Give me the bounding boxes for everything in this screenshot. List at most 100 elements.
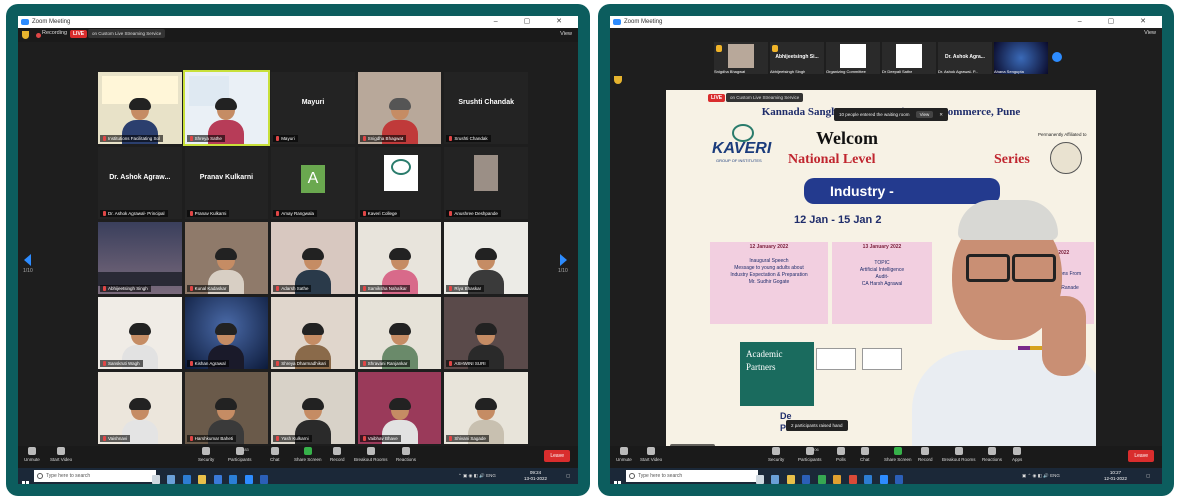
word-icon[interactable] bbox=[895, 475, 904, 484]
participant-tile[interactable]: Kaveri College bbox=[357, 147, 442, 219]
participant-tile[interactable]: Mayuri Mayuri bbox=[271, 72, 355, 144]
apps-button[interactable]: Apps bbox=[1012, 447, 1022, 462]
participants-button[interactable]: 183 Participants bbox=[228, 447, 252, 462]
zoom-taskbar-icon[interactable] bbox=[244, 475, 253, 484]
security-button[interactable]: Security bbox=[768, 447, 784, 462]
share-screen-button[interactable]: Share Screen bbox=[294, 447, 322, 462]
thumbnail-participant-tile[interactable]: Dr Deepali Sathe bbox=[882, 42, 936, 74]
security-button[interactable]: Security bbox=[198, 447, 214, 462]
start-video-button[interactable]: Start Video bbox=[50, 447, 72, 462]
store-icon[interactable] bbox=[213, 475, 222, 484]
participant-tile[interactable]: Kishan Agrawal bbox=[184, 297, 269, 369]
notification-icon[interactable]: ▢ bbox=[566, 473, 570, 479]
window-controls[interactable]: – ▢ ✕ bbox=[494, 16, 574, 28]
system-tray[interactable]: ⌃ ▣ ◉ ◧ 🔊 ENG bbox=[458, 473, 496, 479]
cortana-icon[interactable] bbox=[152, 475, 160, 484]
participant-tile[interactable]: ASHWINI SURI bbox=[444, 297, 528, 369]
file-explorer-icon[interactable] bbox=[786, 475, 795, 484]
task-view-icon[interactable] bbox=[167, 475, 176, 484]
edge-icon[interactable] bbox=[182, 475, 191, 484]
participant-tile[interactable]: Adarsh Sathe bbox=[271, 222, 355, 294]
participant-tile[interactable]: Anushree Deshpande bbox=[444, 147, 528, 219]
breakout-rooms-button[interactable]: Breakout Rooms bbox=[354, 447, 388, 462]
breakout-rooms-button[interactable]: Breakout Rooms bbox=[942, 447, 976, 462]
chat-button[interactable]: Chat bbox=[270, 447, 280, 462]
participant-tile[interactable]: Srushti Chandak Srushti Chandak bbox=[444, 72, 528, 144]
participant-tile[interactable]: Sanskruti Wagh bbox=[98, 297, 182, 369]
participants-button[interactable]: 206 Participants bbox=[798, 447, 822, 462]
whatsapp-icon[interactable] bbox=[817, 475, 826, 484]
view-button[interactable]: View bbox=[560, 31, 572, 37]
security-shield-icon[interactable] bbox=[614, 76, 622, 84]
participant-tile[interactable]: Dr. Ashok Agraw... Dr. Ashok Agrawal- Pr… bbox=[98, 147, 182, 219]
participant-tile[interactable]: Harshkumar Baheti bbox=[184, 372, 269, 444]
leave-button[interactable]: Leave bbox=[544, 450, 570, 462]
reactions-button[interactable]: Reactions bbox=[396, 447, 416, 462]
polls-button[interactable]: Polls bbox=[836, 447, 846, 462]
participant-tile-active-speaker[interactable]: Shreya Sathe bbox=[182, 70, 271, 146]
participant-tile[interactable]: Vaibhav Bhave bbox=[357, 372, 442, 444]
next-thumbnails-arrow[interactable] bbox=[1052, 52, 1062, 62]
live-stream-dropdown[interactable]: on Custom Live Streaming Service bbox=[726, 93, 804, 102]
unmute-button[interactable]: Unmute bbox=[616, 447, 632, 462]
participant-tile[interactable]: Kunal Kadaskar bbox=[184, 222, 269, 294]
participant-tile[interactable]: Riya Bhaskar bbox=[444, 222, 528, 294]
participant-tile[interactable]: Abhijeetsingh Singh bbox=[98, 222, 182, 294]
participant-tile[interactable]: Pranav Kulkarni Pranav Kulkarni bbox=[184, 147, 269, 219]
thumbnail-participant-tile[interactable]: Organizing Committee bbox=[826, 42, 880, 74]
file-explorer-icon[interactable] bbox=[198, 475, 207, 484]
participant-tile[interactable]: Institutions Facilitating Sol bbox=[98, 72, 182, 144]
windows-start-icon[interactable] bbox=[614, 472, 622, 484]
vscode-icon[interactable] bbox=[802, 475, 811, 484]
leave-button[interactable]: Leave bbox=[1128, 450, 1154, 462]
recording-label[interactable]: Recording bbox=[42, 30, 67, 36]
share-screen-button[interactable]: Share Screen bbox=[884, 447, 912, 462]
participant-tile[interactable]: Shreya Dharmadhikari bbox=[271, 297, 355, 369]
system-tray[interactable]: ▣ ⌃ ◉ ◧ 🔊 ENG bbox=[1022, 473, 1060, 479]
participant-tile[interactable]: Samiksha Nahalkar bbox=[357, 222, 442, 294]
participant-tile[interactable]: Snigdha Bhagwat bbox=[357, 72, 442, 144]
waiting-room-view-button[interactable]: View bbox=[915, 111, 934, 118]
start-video-button[interactable]: Start Video bbox=[640, 447, 662, 462]
participant-tile[interactable]: Shivani Sagade bbox=[444, 372, 528, 444]
zoom-taskbar-icon[interactable] bbox=[879, 475, 888, 484]
window-controls[interactable]: – ▢ ✕ bbox=[1078, 16, 1158, 28]
reactions-button[interactable]: Reactions bbox=[982, 447, 1002, 462]
task-view-icon[interactable] bbox=[771, 475, 780, 484]
kaveri-logo-thumbnail bbox=[896, 44, 922, 68]
participant-tile[interactable]: Vaishnavi bbox=[98, 372, 182, 444]
word-icon[interactable] bbox=[260, 475, 269, 484]
chrome-icon[interactable] bbox=[848, 475, 857, 484]
previous-page-arrow[interactable] bbox=[24, 254, 31, 266]
notification-icon[interactable]: ▢ bbox=[1146, 473, 1150, 479]
record-button[interactable]: Record bbox=[918, 447, 933, 462]
view-button[interactable]: View bbox=[1144, 30, 1156, 36]
next-page-arrow[interactable] bbox=[560, 254, 567, 266]
record-button[interactable]: Record bbox=[330, 447, 345, 462]
thumbnail-participant-tile[interactable]: Ahana Sengupta bbox=[994, 42, 1048, 74]
thumbnail-participant-tile[interactable]: Dr. Ashok Agra... Dr. Ashok Agrawal- P..… bbox=[938, 42, 992, 74]
thumbnail-participant-tile[interactable]: Abhijeetsingh Si... Abhijeetsingh Singh bbox=[770, 42, 824, 74]
close-icon[interactable]: ✕ bbox=[939, 112, 943, 117]
live-badge[interactable]: LIVE bbox=[708, 94, 726, 102]
mail-icon[interactable] bbox=[229, 475, 238, 484]
participant-tile[interactable]: A Amay Rangwala bbox=[271, 147, 355, 219]
muted-mic-icon bbox=[276, 211, 280, 216]
security-shield-icon[interactable] bbox=[22, 31, 29, 39]
thumbnail-participant-tile[interactable]: Snigdha Bhagwat bbox=[714, 42, 768, 74]
edge-icon[interactable] bbox=[864, 475, 873, 484]
chat-button[interactable]: Chat bbox=[860, 447, 870, 462]
raised-hand-notification[interactable]: 2 participants raised hand bbox=[786, 420, 848, 431]
cortana-icon[interactable] bbox=[756, 475, 764, 484]
participant-tile[interactable]: Yash Kulkarni bbox=[271, 372, 355, 444]
taskbar-search-box[interactable]: Type here to search bbox=[34, 470, 156, 482]
windows-start-icon[interactable] bbox=[22, 472, 30, 484]
participant-tile[interactable]: Shravani Ranjankar bbox=[357, 297, 442, 369]
live-stream-dropdown[interactable]: on Custom Live Streaming Service bbox=[88, 29, 166, 38]
app-icon[interactable] bbox=[833, 475, 842, 484]
taskbar-clock[interactable]: 10:27 12-01-2022 bbox=[1104, 470, 1127, 482]
taskbar-clock[interactable]: 09:24 13-01-2022 bbox=[524, 470, 547, 482]
live-badge[interactable]: LIVE bbox=[70, 30, 88, 38]
taskbar-search-box[interactable]: Type here to search bbox=[626, 470, 758, 482]
unmute-button[interactable]: Unmute bbox=[24, 447, 40, 462]
